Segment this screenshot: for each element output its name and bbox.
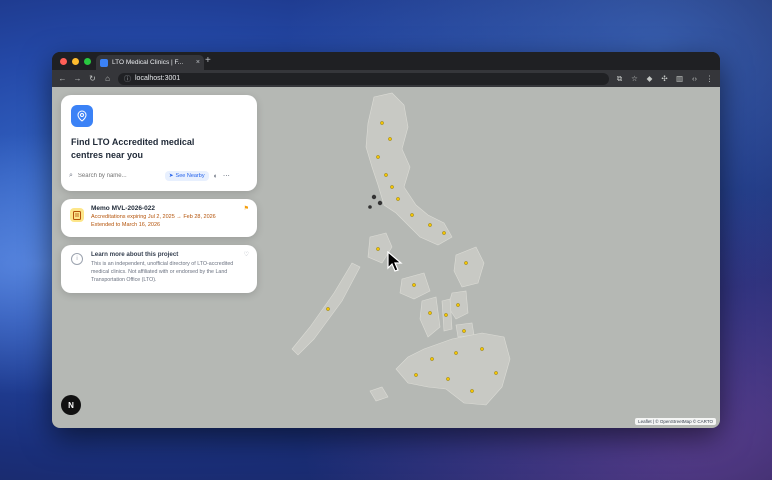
map-attribution[interactable]: Leaflet | © OpenStreetMap © CARTO [635, 418, 716, 425]
clinic-marker [464, 261, 468, 265]
clinic-cluster-marker [368, 205, 372, 209]
tab-title: LTO Medical Clinics | F... [112, 59, 184, 66]
browser-menu-icon[interactable]: ⋮ [705, 74, 714, 83]
tab-lto-medical-clinics[interactable]: LTO Medical Clinics | F... × [96, 55, 204, 70]
mindanao-landmass [395, 332, 511, 406]
maximize-window-button[interactable] [84, 58, 91, 65]
document-icon [70, 208, 84, 222]
favicon-icon [100, 58, 108, 67]
clinic-marker [428, 311, 432, 315]
location-pin-icon [71, 105, 93, 127]
clinic-marker [326, 307, 330, 311]
clinic-marker [380, 121, 384, 125]
see-nearby-button[interactable]: ➤ See Nearby [164, 171, 209, 181]
memo-extension-text: Extended to March 16, 2026 [91, 222, 161, 228]
clinic-marker [480, 347, 484, 351]
search-icon: ⌕ [69, 172, 73, 179]
clinic-marker [428, 223, 432, 227]
clinic-marker [410, 213, 414, 217]
shield-extension-icon[interactable]: ◆ [645, 74, 654, 83]
palawan-landmass [291, 262, 361, 356]
info-icon: i [71, 253, 83, 265]
about-description: This is an independent, unofficial direc… [91, 261, 234, 283]
map-viewport[interactable]: Find LTO Accredited medical centres near… [52, 87, 720, 428]
search-panel: Find LTO Accredited medical centres near… [61, 95, 257, 191]
forward-icon[interactable]: → [73, 74, 82, 83]
address-bar[interactable]: ⓘ localhost:3001 [118, 72, 609, 85]
sulu-landmass [369, 386, 389, 402]
clinic-marker [494, 371, 498, 375]
browser-toolbar: ← → ↻ ⌂ ⓘ localhost:3001 ⧉ ☆ ◆ ✣ ▥ ‹› ⋮ [52, 70, 720, 87]
search-row: ⌕ ➤ See Nearby ◐ ⋯ [69, 169, 249, 183]
about-title: Learn more about this project [91, 251, 179, 258]
clinic-marker [430, 357, 434, 361]
clinic-marker [396, 197, 400, 201]
negros-landmass [419, 296, 441, 338]
theme-toggle-icon[interactable]: ◐ [214, 173, 218, 180]
mouse-cursor-icon [387, 251, 403, 272]
reload-icon[interactable]: ↻ [88, 74, 97, 83]
memo-notice-card[interactable]: Memo MVL-2026-022 Accreditations expirin… [61, 199, 257, 237]
back-icon[interactable]: ← [58, 74, 67, 83]
clinic-marker [444, 313, 448, 317]
clinic-cluster-marker [371, 194, 377, 200]
close-window-button[interactable] [60, 58, 67, 65]
url-text: localhost:3001 [135, 75, 181, 82]
clinic-cluster-marker [377, 200, 383, 206]
extensions-puzzle-icon[interactable]: ✣ [660, 74, 669, 83]
about-project-card[interactable]: i Learn more about this project This is … [61, 245, 257, 293]
tab-close-icon[interactable]: × [196, 59, 200, 66]
devtools-icon[interactable]: ‹› [690, 74, 699, 83]
search-input[interactable] [77, 173, 160, 179]
clinic-cluster-markers [368, 194, 383, 209]
clinic-marker [412, 283, 416, 287]
tab-strip: LTO Medical Clinics | F... × + [52, 52, 720, 70]
clinic-marker [390, 185, 394, 189]
window-controls [60, 58, 91, 65]
site-info-icon[interactable]: ⓘ [124, 74, 131, 84]
memo-expiry-text: Accreditations expiring Jul 2, 2025 → Fe… [91, 214, 216, 220]
new-tab-button[interactable]: + [205, 55, 211, 67]
clinic-marker [384, 173, 388, 177]
home-icon[interactable]: ⌂ [103, 74, 112, 83]
nextjs-dev-badge[interactable]: N [61, 395, 81, 415]
page-title: Find LTO Accredited medical centres near… [71, 137, 195, 160]
see-nearby-label: See Nearby [175, 173, 205, 179]
clinic-marker [462, 329, 466, 333]
more-options-icon[interactable]: ⋯ [223, 172, 230, 180]
clinic-marker [388, 137, 392, 141]
minimize-window-button[interactable] [72, 58, 79, 65]
bookmark-star-icon[interactable]: ☆ [630, 74, 639, 83]
clinic-marker [446, 377, 450, 381]
clinic-marker [454, 351, 458, 355]
heart-icon[interactable]: ♡ [244, 251, 249, 258]
browser-window: LTO Medical Clinics | F... × + ← → ↻ ⌂ ⓘ… [52, 52, 720, 428]
split-view-icon[interactable]: ▥ [675, 74, 684, 83]
dismiss-memo-icon[interactable]: ⚑ [244, 205, 249, 212]
install-app-icon[interactable]: ⧉ [615, 74, 624, 84]
clinic-marker [376, 247, 380, 251]
clinic-marker [414, 373, 418, 377]
memo-title: Memo MVL-2026-022 [91, 205, 155, 212]
clinic-marker [442, 231, 446, 235]
clinic-marker [456, 303, 460, 307]
samar-landmass [453, 246, 485, 288]
navigation-arrow-icon: ➤ [168, 173, 174, 179]
clinic-marker [470, 389, 474, 393]
luzon-landmass [365, 92, 453, 246]
clinic-marker [376, 155, 380, 159]
